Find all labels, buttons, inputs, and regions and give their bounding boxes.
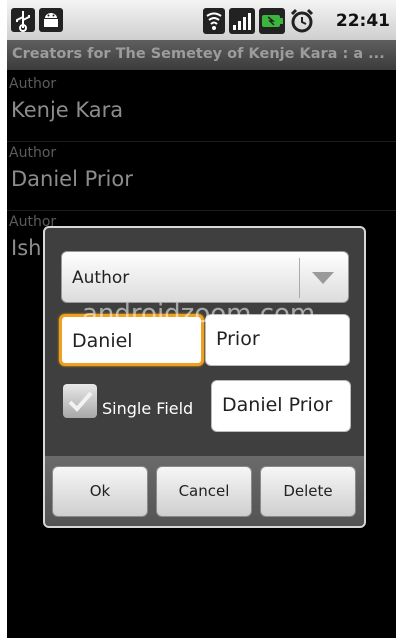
last-name-value: Prior [216, 328, 260, 350]
role-select[interactable]: Author [61, 251, 349, 303]
status-time: 22:41 [335, 11, 390, 31]
wifi-icon [203, 8, 225, 34]
signal-icon [229, 8, 255, 34]
single-field-checkbox[interactable] [63, 384, 97, 418]
role-select-value: Author [72, 268, 130, 288]
title-bar: Creators for The Semetey of Kenje Kara :… [7, 40, 396, 70]
android-icon [39, 8, 63, 32]
delete-button[interactable]: Delete [260, 466, 356, 517]
edit-creator-dialog: Author Daniel Prior Single Field Daniel … [43, 226, 366, 528]
status-bar: 22:41 [7, 0, 396, 40]
divider [299, 258, 300, 298]
ok-button[interactable]: Ok [52, 466, 148, 517]
button-bar: Ok Cancel Delete [45, 456, 364, 526]
single-field-value: Daniel Prior [222, 394, 333, 416]
first-name-value: Daniel [72, 330, 133, 352]
checkmark-icon [68, 391, 93, 412]
battery-icon [259, 8, 285, 34]
page-title: Creators for The Semetey of Kenje Kara :… [12, 46, 385, 62]
screen: 22:41 Creators for The Semetey of Kenje … [7, 0, 396, 638]
alarm-icon [290, 8, 314, 33]
watermark: androidzoom.com [82, 299, 316, 329]
single-field-label: Single Field [102, 399, 194, 418]
cancel-button[interactable]: Cancel [156, 466, 252, 517]
single-field-input[interactable]: Daniel Prior [211, 380, 351, 432]
chevron-down-icon [312, 272, 334, 284]
usb-icon [11, 8, 35, 32]
